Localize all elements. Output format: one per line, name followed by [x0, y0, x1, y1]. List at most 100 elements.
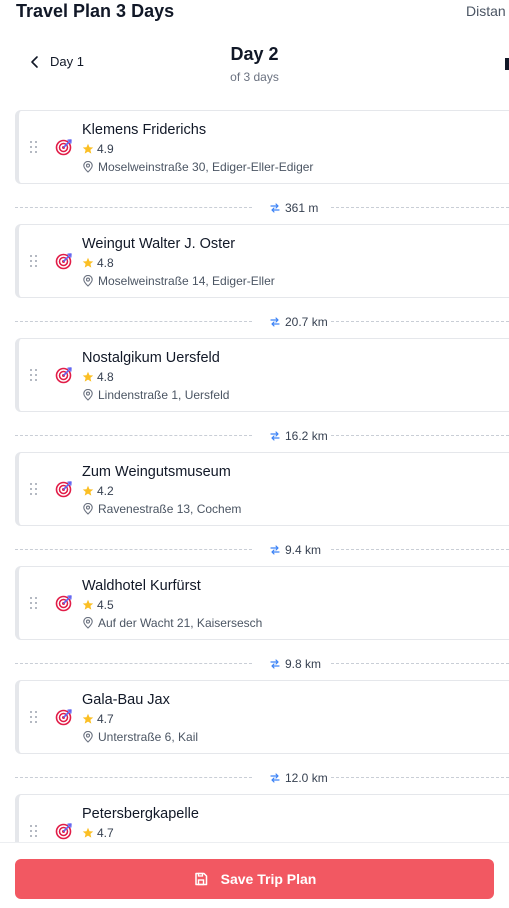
distance-value: 9.8 km — [285, 657, 322, 671]
dashed-line — [15, 321, 252, 322]
stop-name[interactable]: Petersbergkapelle — [82, 806, 199, 822]
distance-label: 16.2 km — [269, 429, 328, 443]
dashed-line — [15, 663, 252, 664]
dashed-line — [331, 663, 509, 664]
dashed-line — [331, 321, 509, 322]
drag-handle-icon[interactable] — [30, 141, 38, 153]
address-text: Moselweinstraße 14, Ediger-Eller — [98, 274, 275, 288]
stop-address: Lindenstraße 1, Uersfeld — [82, 388, 229, 402]
dashed-line — [15, 549, 252, 550]
stop-name[interactable]: Klemens Friderichs — [82, 122, 206, 138]
distance-label: 12.0 km — [269, 771, 328, 785]
stop-rating: 4.8 — [82, 370, 114, 384]
distance-separator: 12.0 km — [15, 771, 509, 785]
stop-name[interactable]: Waldhotel Kurfürst — [82, 578, 201, 594]
save-trip-button[interactable]: Save Trip Plan — [15, 859, 494, 899]
stop-address: Ravenestraße 13, Cochem — [82, 502, 241, 516]
rating-value: 4.7 — [97, 712, 114, 726]
stop-card[interactable]: Klemens Friderichs 4.9 Moselweinstraße 30,… — [15, 110, 509, 184]
target-icon — [55, 709, 72, 726]
page-title: Travel Plan 3 Days — [16, 1, 175, 21]
location-pin-icon — [83, 503, 93, 515]
rating-value: 4.5 — [97, 598, 114, 612]
stop-address: Unterstraße 6, Kail — [82, 730, 198, 744]
location-pin-icon — [83, 275, 93, 287]
stop-rating: 4.5 — [82, 598, 114, 612]
address-text: Unterstraße 6, Kail — [98, 730, 199, 744]
rating-value: 4.8 — [97, 256, 114, 270]
drag-handle-icon[interactable] — [30, 825, 38, 837]
star-icon — [82, 827, 94, 838]
dashed-line — [331, 549, 509, 550]
star-icon — [82, 485, 94, 496]
distance-separator: 9.8 km — [15, 657, 509, 671]
dashed-line — [15, 435, 252, 436]
location-pin-icon — [83, 389, 93, 401]
address-text: Auf der Wacht 21, Kaisersesch — [98, 616, 263, 630]
drag-handle-icon[interactable] — [30, 597, 38, 609]
stop-rating: 4.7 — [82, 712, 114, 726]
distance-label: 9.4 km — [269, 543, 321, 557]
route-icon — [270, 659, 280, 669]
dashed-line — [15, 207, 252, 208]
dashed-line — [331, 777, 509, 778]
star-icon — [82, 371, 94, 382]
drag-handle-icon[interactable] — [30, 255, 38, 267]
drag-handle-icon[interactable] — [30, 483, 38, 495]
save-icon — [194, 872, 207, 886]
route-icon — [270, 317, 280, 327]
distance-separator: 9.4 km — [15, 543, 509, 557]
stop-name[interactable]: Nostalgikum Uersfeld — [82, 350, 220, 366]
rating-value: 4.8 — [97, 370, 114, 384]
location-pin-icon — [83, 617, 93, 629]
star-icon — [82, 599, 94, 610]
dashed-line — [331, 435, 509, 436]
stop-rating: 4.9 — [82, 142, 114, 156]
stop-card[interactable]: Weingut Walter J. Oster 4.8 Moselweinstraß… — [15, 224, 509, 298]
target-icon — [55, 595, 72, 612]
route-icon — [270, 203, 280, 213]
target-icon — [55, 481, 72, 498]
drag-handle-icon[interactable] — [30, 369, 38, 381]
distance-label: 9.8 km — [269, 657, 321, 671]
day-subtitle: of 3 days — [230, 70, 279, 84]
star-icon — [82, 713, 94, 724]
stop-address: Auf der Wacht 21, Kaisersesch — [82, 616, 262, 630]
stop-card[interactable]: Zum Weingutsmuseum 4.2 Ravenestraße 13, Co… — [15, 452, 509, 526]
stop-name[interactable]: Gala-Bau Jax — [82, 692, 170, 708]
route-icon — [270, 545, 280, 555]
save-trip-label: Save Trip Plan — [220, 871, 317, 887]
itinerary-list[interactable]: Klemens Friderichs 4.9 Moselweinstraße 30,… — [0, 100, 509, 842]
distance-value: 12.0 km — [285, 771, 328, 785]
footer: Save Trip Plan — [0, 842, 509, 908]
stop-name[interactable]: Zum Weingutsmuseum — [82, 464, 231, 480]
distance-separator: 20.7 km — [15, 315, 509, 329]
distance-separator: 16.2 km — [15, 429, 509, 443]
stop-card[interactable]: Petersbergkapelle 4.7 — [15, 794, 509, 842]
target-icon — [55, 367, 72, 384]
stop-address: Moselweinstraße 14, Ediger-Eller — [82, 274, 275, 288]
star-icon — [82, 143, 94, 154]
drag-handle-icon[interactable] — [30, 711, 38, 723]
distance-value: 361 m — [285, 201, 319, 215]
target-icon — [55, 253, 72, 270]
stop-card[interactable]: Nostalgikum Uersfeld 4.8 Lindenstraße 1, U… — [15, 338, 509, 412]
distance-value: 9.4 km — [285, 543, 322, 557]
star-icon — [82, 257, 94, 268]
target-icon — [55, 139, 72, 156]
stop-name[interactable]: Weingut Walter J. Oster — [82, 236, 235, 252]
stop-card[interactable]: Waldhotel Kurfürst 4.5 Auf der Wacht 21, K… — [15, 566, 509, 640]
distance-toggle[interactable]: Distan — [466, 3, 506, 19]
target-icon — [55, 823, 72, 840]
next-day-button[interactable] — [505, 58, 509, 70]
distance-label: 20.7 km — [269, 315, 328, 329]
stop-rating: 4.8 — [82, 256, 114, 270]
stop-rating: 4.2 — [82, 484, 114, 498]
stop-card[interactable]: Gala-Bau Jax 4.7 Unterstraße 6, Kail — [15, 680, 509, 754]
distance-label: 361 m — [269, 201, 318, 215]
location-pin-icon — [83, 161, 93, 173]
top-bar: Travel Plan 3 Days Distan — [0, 0, 509, 28]
day-navigation: Day 1 Day 2 of 3 days — [0, 40, 509, 90]
rating-value: 4.7 — [97, 826, 114, 840]
stop-rating: 4.7 — [82, 826, 114, 840]
